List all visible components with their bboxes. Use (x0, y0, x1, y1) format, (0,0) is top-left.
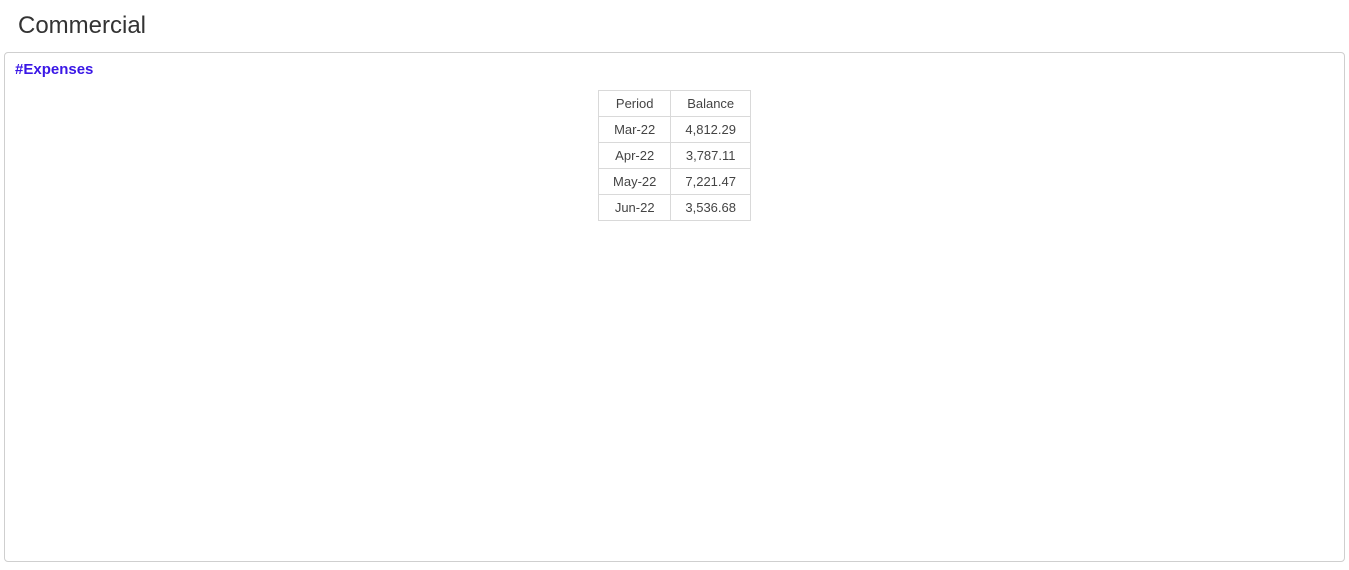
cell-balance: 4,812.29 (671, 117, 751, 143)
column-header-balance: Balance (671, 91, 751, 117)
cell-period: Mar-22 (599, 117, 671, 143)
table-row: Jun-22 3,536.68 (599, 195, 751, 221)
panel-title: #Expenses (5, 53, 1344, 84)
table-container: Period Balance Mar-22 4,812.29 Apr-22 3,… (5, 90, 1344, 221)
expenses-table: Period Balance Mar-22 4,812.29 Apr-22 3,… (598, 90, 751, 221)
cell-balance: 3,536.68 (671, 195, 751, 221)
expenses-panel: #Expenses Period Balance Mar-22 4,812.29… (4, 52, 1345, 562)
column-header-period: Period (599, 91, 671, 117)
cell-balance: 3,787.11 (671, 143, 751, 169)
table-row: Mar-22 4,812.29 (599, 117, 751, 143)
cell-period: Apr-22 (599, 143, 671, 169)
table-header-row: Period Balance (599, 91, 751, 117)
page-title: Commercial (0, 0, 1349, 52)
table-row: May-22 7,221.47 (599, 169, 751, 195)
cell-period: Jun-22 (599, 195, 671, 221)
cell-period: May-22 (599, 169, 671, 195)
cell-balance: 7,221.47 (671, 169, 751, 195)
table-row: Apr-22 3,787.11 (599, 143, 751, 169)
